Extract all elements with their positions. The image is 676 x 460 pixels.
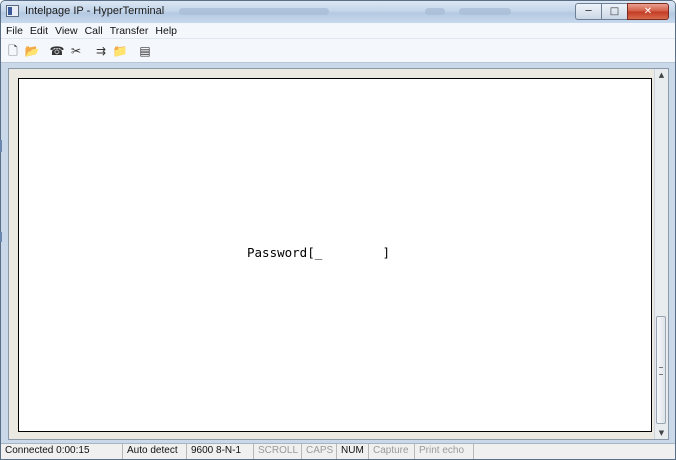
menu-bar: File Edit View Call Transfer Help xyxy=(1,23,675,39)
grip-icon xyxy=(659,367,663,375)
scroll-up-icon[interactable]: ▲ xyxy=(655,69,668,81)
title-bar[interactable]: Intelpage IP - HyperTerminal ─ □ ✕ xyxy=(1,1,675,23)
window-controls: ─ □ ✕ xyxy=(575,3,669,21)
receive-icon[interactable]: 📁 xyxy=(112,43,128,59)
toolbar: 🗋 📂 ☎ ✂ ⇉ 📁 ▤ xyxy=(1,39,675,63)
menu-edit[interactable]: Edit xyxy=(30,25,48,37)
window-title: Intelpage IP - HyperTerminal xyxy=(25,5,165,17)
maximize-button[interactable]: □ xyxy=(601,3,627,20)
menu-help[interactable]: Help xyxy=(155,25,177,37)
minimize-button[interactable]: ─ xyxy=(575,3,601,20)
properties-icon[interactable]: ▤ xyxy=(137,43,153,59)
menu-call[interactable]: Call xyxy=(85,25,103,37)
status-bar: Connected 0:00:15 Auto detect 9600 8-N-1… xyxy=(1,443,675,459)
connect-icon[interactable]: ☎ xyxy=(49,43,65,59)
scroll-thumb[interactable] xyxy=(656,316,666,424)
menu-transfer[interactable]: Transfer xyxy=(110,25,149,37)
status-num: NUM xyxy=(337,444,369,459)
status-caps: CAPS xyxy=(302,444,337,459)
disconnect-icon[interactable]: ✂ xyxy=(68,43,84,59)
status-capture: Capture xyxy=(369,444,415,459)
status-print-echo: Print echo xyxy=(415,444,474,459)
status-connected: Connected 0:00:15 xyxy=(1,444,123,459)
title-blur xyxy=(425,8,445,15)
open-icon[interactable]: 📂 xyxy=(24,43,40,59)
app-icon[interactable] xyxy=(6,5,19,17)
title-blur xyxy=(179,8,329,15)
status-scroll: SCROLL xyxy=(254,444,302,459)
status-detect: Auto detect xyxy=(123,444,187,459)
password-prompt: Password[_ ] xyxy=(247,245,390,260)
new-connection-icon[interactable]: 🗋 xyxy=(5,43,21,59)
terminal-screen[interactable]: Password[_ ] xyxy=(18,78,652,432)
status-settings: 9600 8-N-1 xyxy=(187,444,254,459)
vertical-scrollbar[interactable]: ▲ ▼ xyxy=(654,69,668,439)
edge-mark xyxy=(0,140,2,152)
title-blur xyxy=(459,8,511,15)
edge-mark xyxy=(0,232,2,242)
send-icon[interactable]: ⇉ xyxy=(93,43,109,59)
close-button[interactable]: ✕ xyxy=(627,3,669,20)
menu-view[interactable]: View xyxy=(55,25,78,37)
terminal-client-area: Password[_ ] ▲ ▼ xyxy=(8,68,669,440)
scroll-down-icon[interactable]: ▼ xyxy=(655,427,668,439)
hyperterminal-window: Intelpage IP - HyperTerminal ─ □ ✕ File … xyxy=(0,0,676,460)
menu-file[interactable]: File xyxy=(6,25,23,37)
